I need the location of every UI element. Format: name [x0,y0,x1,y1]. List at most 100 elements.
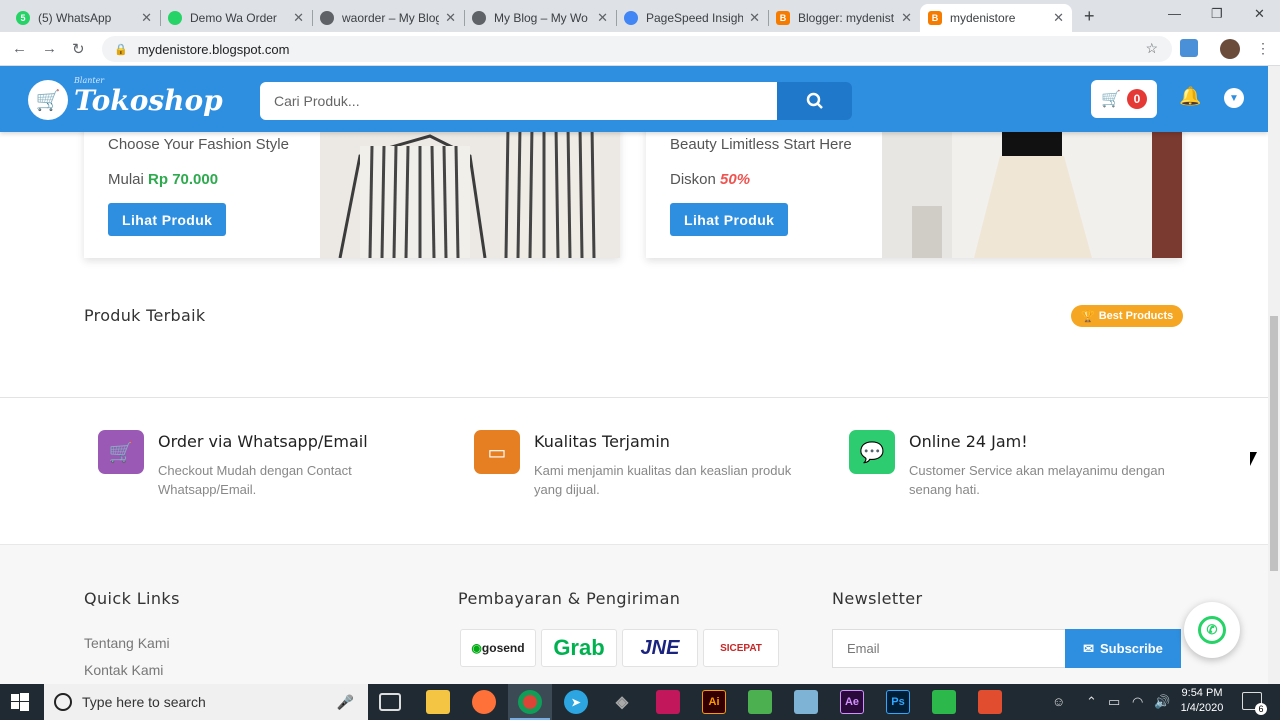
illustrator-icon[interactable]: Ai [702,690,726,714]
best-products-title: Produk Terbaik [84,306,206,325]
tray-chevron-icon[interactable]: ⌃ [1086,694,1097,710]
scrollbar-thumb[interactable] [1270,316,1278,571]
email-field[interactable] [832,629,1065,668]
tab-blogger[interactable]: B Blogger: mydenist ✕ [768,4,920,32]
kebab-menu-icon[interactable]: ⋮ [1256,40,1270,57]
close-tab-icon[interactable]: ✕ [141,10,152,26]
tab-mydenistore[interactable]: B mydenistore ✕ [920,4,1072,32]
extension-icon[interactable] [1180,39,1198,57]
battery-icon[interactable]: ▭ [1108,694,1120,710]
minimize-button[interactable]: — [1168,6,1181,21]
chevron-down-icon[interactable]: ▼ [1224,88,1244,108]
taskbar-search[interactable]: Type here to search 🎤 [44,684,368,720]
close-tab-icon[interactable]: ✕ [749,10,760,26]
notification-center-icon[interactable]: 6 [1242,692,1267,715]
microphone-icon[interactable]: 🎤 [337,694,354,711]
profile-avatar[interactable] [1220,39,1240,59]
system-clock[interactable]: 9:54 PM 1/4/2020 [1172,686,1232,716]
restore-button[interactable]: ❐ [1211,6,1223,22]
url-text[interactable]: mydenistore.blogspot.com [138,42,290,57]
new-tab-button[interactable]: + [1084,6,1095,27]
feature-desc: Checkout Mudah dengan Contact Whatsapp/E… [158,463,352,497]
logo-text: Blanter Tokoshop [74,75,223,117]
address-toolbar: ← → ↻ 🔒 mydenistore.blogspot.com ☆ [0,32,1280,66]
close-tab-icon[interactable]: ✕ [901,10,912,26]
gosend-logo: ◉ gosend [460,629,536,667]
page-scrollbar[interactable] [1268,66,1280,684]
subscribe-button[interactable]: ✉ Subscribe [1065,629,1181,668]
best-products-badge[interactable]: 🏆 Best Products [1071,305,1184,327]
app-icon-pink[interactable] [656,690,680,714]
camtasia-icon[interactable] [932,690,956,714]
payment-title: Pembayaran & Pengiriman [458,589,681,608]
cart-button[interactable]: 🛒 0 [1091,80,1157,118]
tab-demo-wa-order[interactable]: Demo Wa Order ✕ [160,4,312,32]
cortana-icon [54,693,72,711]
whatsapp-float-button[interactable]: ✆ [1184,602,1240,658]
forward-arrow-icon[interactable]: → [42,40,57,57]
people-icon[interactable]: ☺ [1052,694,1065,709]
cart-icon: 🛒 [98,430,144,474]
telegram-icon[interactable]: ➤ [564,690,588,714]
windows-start-icon[interactable] [10,692,30,712]
tab-pagespeed[interactable]: PageSpeed Insights ✕ [616,4,768,32]
lihat-produk-button[interactable]: Lihat Produk [108,203,227,236]
blogger-icon: B [928,11,942,25]
lihat-produk-button[interactable]: Lihat Produk [670,203,789,236]
back-arrow-icon[interactable]: ← [12,40,27,57]
feature-title: Order via Whatsapp/Email [158,432,368,451]
envelope-icon: ✉ [1083,640,1095,656]
tab-title: Demo Wa Order [190,11,277,25]
reload-icon[interactable]: ↻ [72,40,85,58]
photoshop-icon[interactable]: Ps [886,690,910,714]
windows-taskbar: Type here to search 🎤 ➤ ◈ Ai Ae Ps ☺ ⌃ ▭… [0,684,1280,720]
quick-links-title: Quick Links [84,589,180,608]
after-effects-icon[interactable]: Ae [840,690,864,714]
trophy-icon: 🏆 [1081,310,1095,323]
footer-link-kontak[interactable]: Kontak Kami [84,662,163,678]
pagespeed-icon [624,11,638,25]
footer-link-tentang[interactable]: Tentang Kami [84,635,170,651]
app-icon-blue[interactable] [794,690,818,714]
cart-count-badge: 0 [1126,89,1147,109]
tab-waorder[interactable]: waorder – My Blog ✕ [312,4,464,32]
bookmark-star-icon[interactable]: ☆ [1145,40,1158,57]
app-icon-green[interactable] [748,690,772,714]
bell-icon[interactable]: 🔔 [1179,86,1201,107]
whatsapp-icon: 5 [16,11,30,25]
tab-title: Blogger: mydenist [798,11,895,25]
site-logo[interactable]: 🛒 Blanter Tokoshop [28,75,223,120]
chrome-icon[interactable] [518,690,542,714]
cart-icon: 🛒 [1101,91,1121,108]
banner-subtitle: Beauty Limitless Start Here [670,136,852,153]
close-window-button[interactable]: ✕ [1254,6,1265,22]
search-input[interactable] [260,82,777,120]
close-tab-icon[interactable]: ✕ [1053,10,1064,26]
app-icon-red[interactable] [978,690,1002,714]
task-view-icon[interactable] [379,693,401,711]
page-viewport: Choose Your Fashion Style Mulai Rp 70.00… [0,66,1268,684]
notification-count: 6 [1255,703,1267,715]
omnibox[interactable]: 🔒 mydenistore.blogspot.com ☆ [102,36,1172,62]
box-icon: ▭ [474,430,520,474]
lock-icon[interactable]: 🔒 [114,43,128,56]
file-explorer-icon[interactable] [426,690,450,714]
close-tab-icon[interactable]: ✕ [597,10,608,26]
search-icon [806,92,823,109]
close-tab-icon[interactable]: ✕ [445,10,456,26]
wifi-icon[interactable]: ◠ [1132,694,1143,710]
firefox-icon[interactable] [472,690,496,714]
tab-title: mydenistore [950,11,1016,25]
tab-whatsapp[interactable]: 5 (5) WhatsApp ✕ [8,4,160,32]
close-tab-icon[interactable]: ✕ [293,10,304,26]
volume-icon[interactable]: 🔊 [1154,694,1170,710]
banner-discount: Diskon 50% [670,171,751,188]
tab-my-blog[interactable]: My Blog – My Wo ✕ [464,4,616,32]
banner-price: Mulai Rp 70.000 [108,171,219,188]
feature-order: 🛒 Order via Whatsapp/Email Checkout Muda… [98,430,428,499]
section-divider [0,397,1268,398]
search-button[interactable] [777,82,852,120]
tab-title: (5) WhatsApp [38,11,112,25]
feature-title: Kualitas Terjamin [534,432,670,451]
inkscape-icon[interactable]: ◈ [610,690,634,714]
